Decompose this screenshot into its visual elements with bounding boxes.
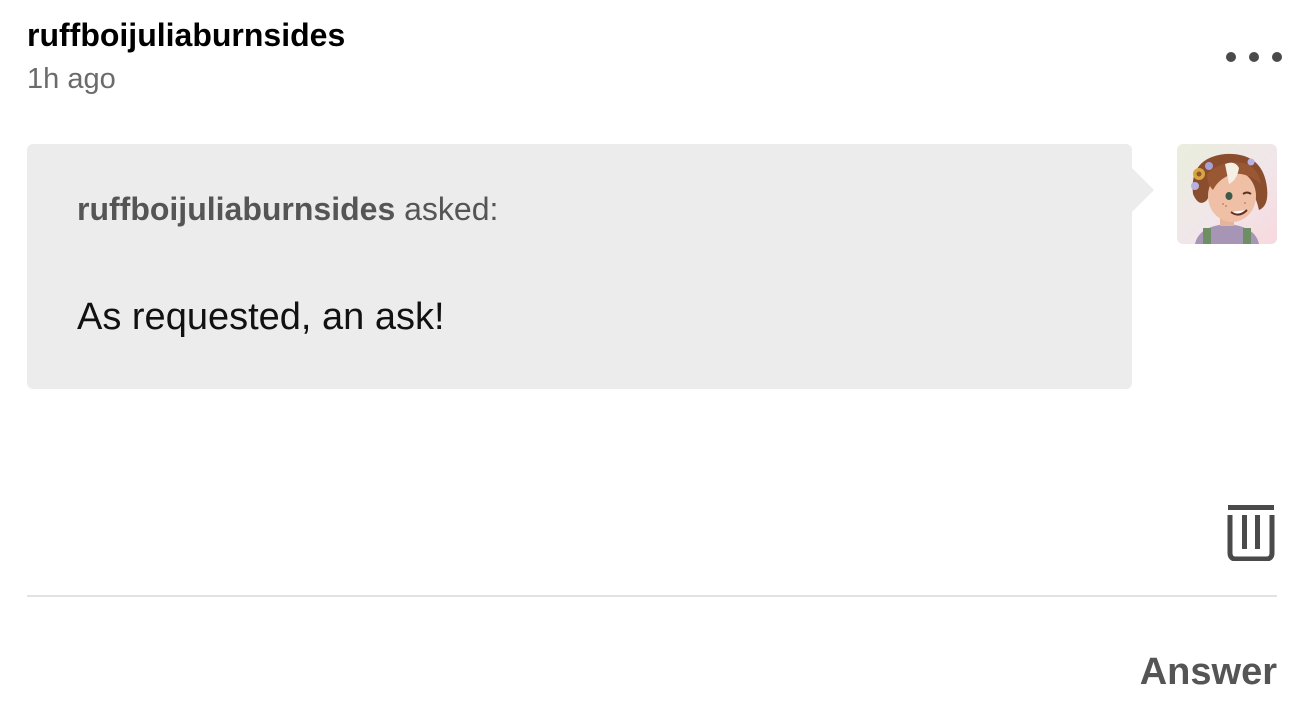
asker-avatar[interactable] [1177, 144, 1277, 244]
answer-button[interactable]: Answer [1140, 648, 1277, 696]
post-timestamp: 1h ago [27, 63, 116, 95]
more-options-button[interactable] [1226, 42, 1282, 72]
asked-label: asked: [395, 191, 499, 227]
avatar-illustration-icon [1177, 144, 1277, 244]
ellipsis-icon [1226, 52, 1236, 62]
delete-button[interactable] [1226, 503, 1276, 562]
ellipsis-icon [1272, 52, 1282, 62]
post-username[interactable]: ruffboijuliaburnsides [27, 14, 345, 56]
asker-username[interactable]: ruffboijuliaburnsides [77, 191, 395, 227]
ellipsis-icon [1249, 52, 1259, 62]
asker-line: ruffboijuliaburnsides asked: [77, 188, 498, 230]
ask-bubble: ruffboijuliaburnsides asked: As requeste… [27, 144, 1154, 389]
divider [27, 595, 1277, 597]
trash-icon [1227, 505, 1275, 562]
post-header: ruffboijuliaburnsides 1h ago [27, 14, 345, 99]
ask-question: As requested, an ask! [77, 296, 445, 338]
